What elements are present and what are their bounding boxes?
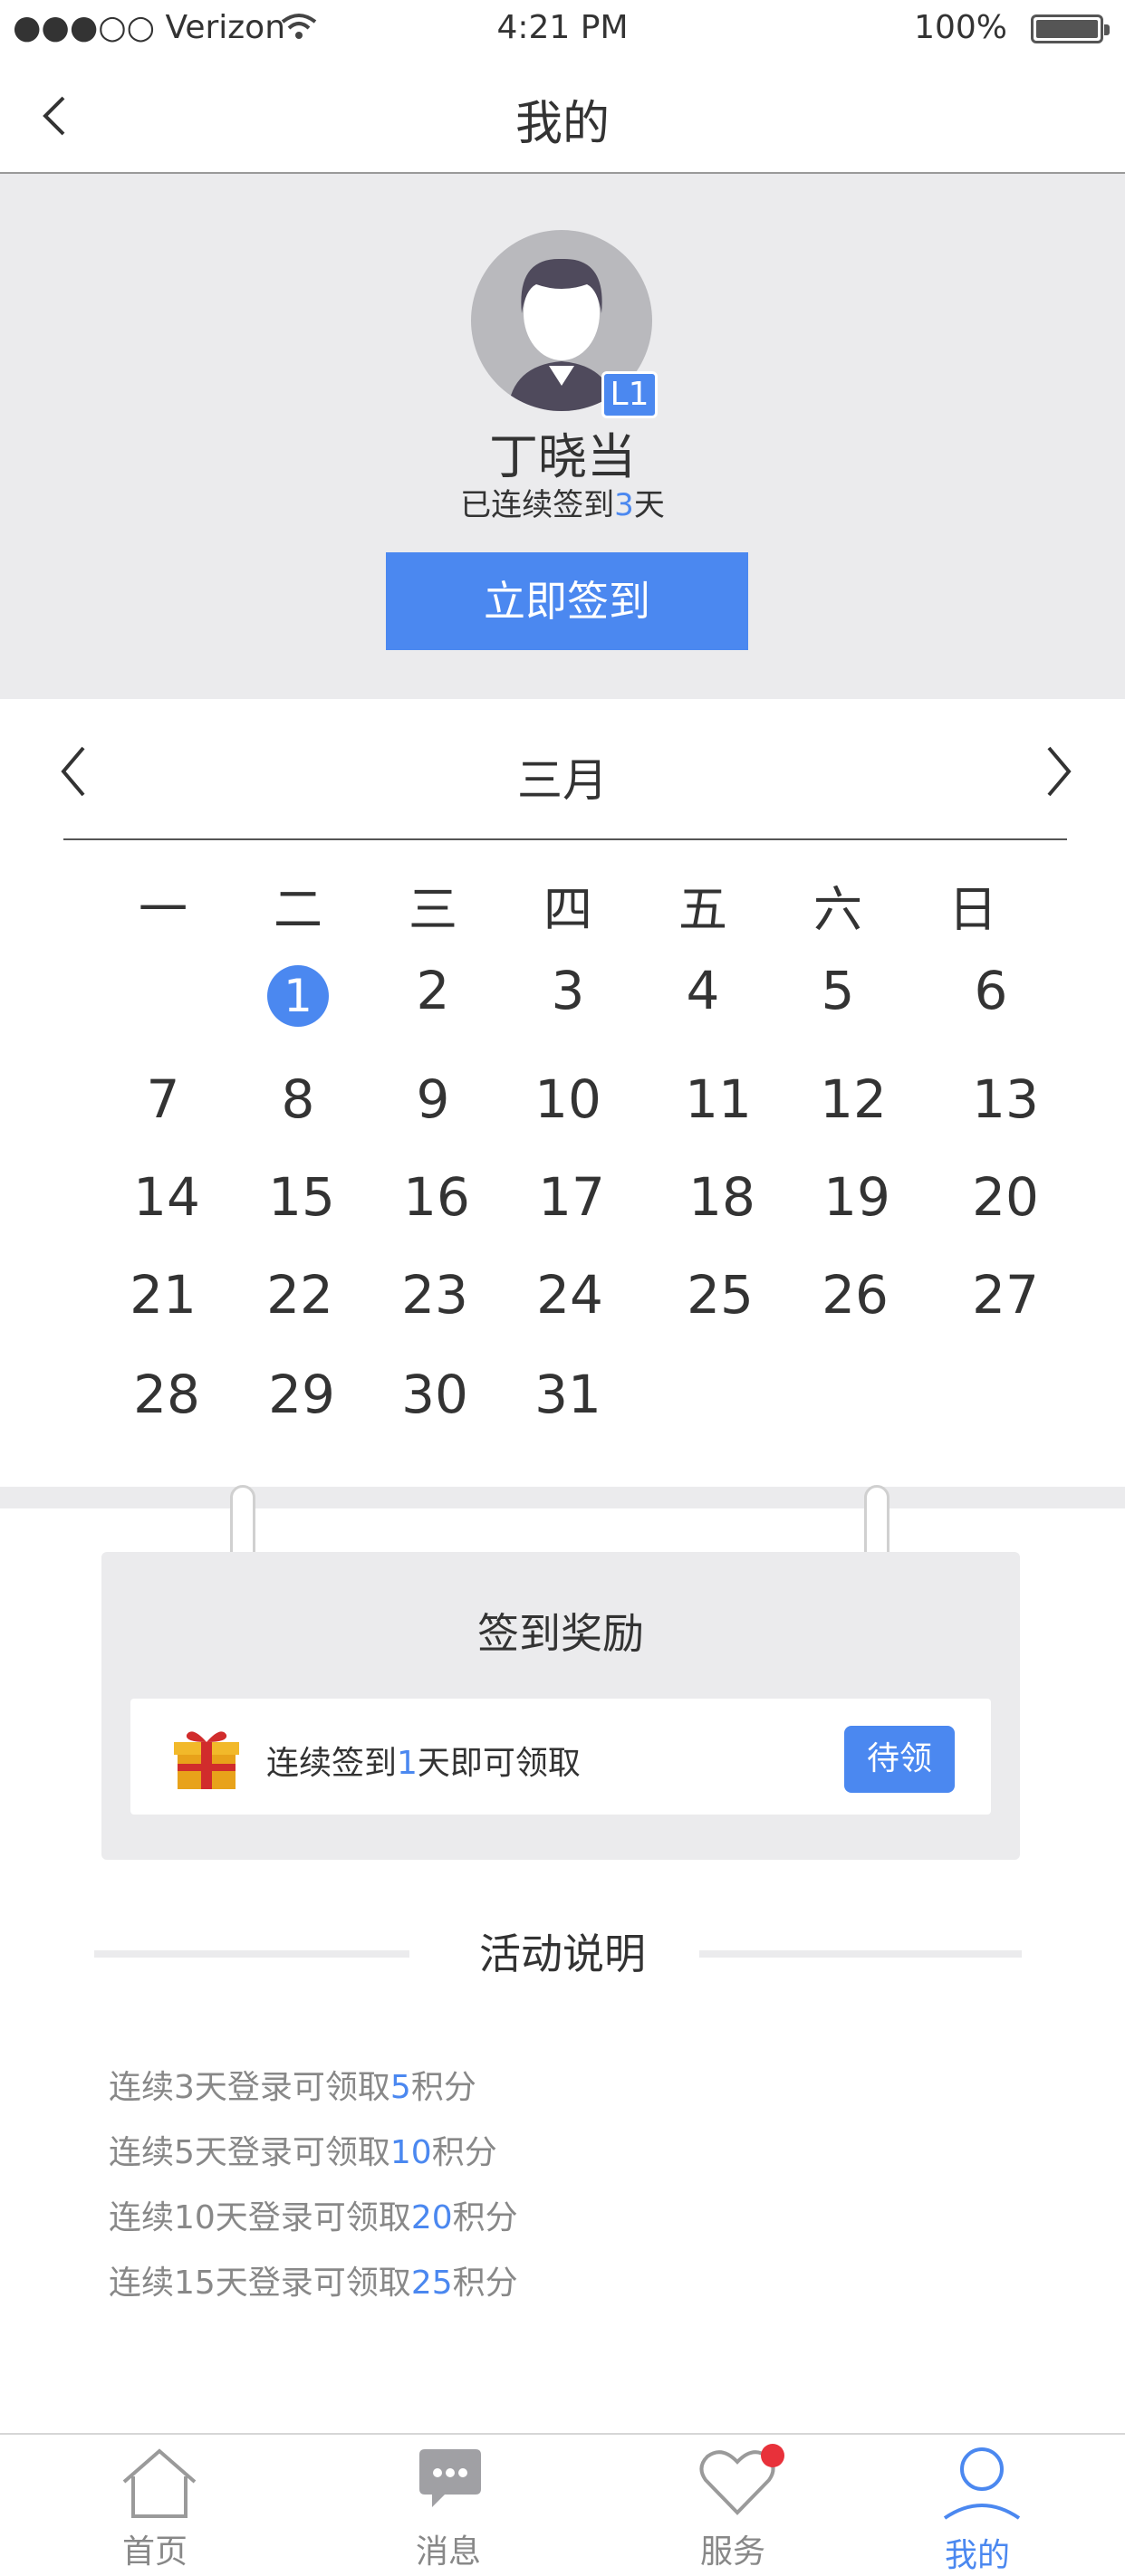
tab-label: 首页 (121, 2533, 188, 2571)
rules-line-right (699, 1950, 1022, 1958)
calendar-day[interactable]: 21 (109, 1264, 217, 1326)
calendar-day[interactable]: 2 (379, 960, 487, 1021)
today-marker: 1 (267, 965, 329, 1027)
claim-button[interactable]: 待领 (844, 1726, 955, 1793)
profile-section: L1 丁晓当 已连续签到3天 立即签到 (0, 174, 1125, 699)
calendar-day[interactable]: 16 (382, 1166, 491, 1228)
weekday-label: 五 (678, 881, 727, 938)
calendar-day[interactable]: 22 (245, 1264, 354, 1326)
tab-home[interactable]: 首页 (14, 2435, 295, 2571)
calendar-day[interactable]: 10 (514, 1068, 622, 1130)
page-title: 我的 (514, 97, 610, 151)
calendar-day[interactable]: 12 (799, 1068, 908, 1130)
rule-suffix: 积分 (452, 2265, 518, 2302)
reward-prefix: 连续签到 (266, 1745, 398, 1782)
notification-dot (761, 2444, 784, 2467)
home-icon (122, 2448, 197, 2518)
sign-reward-card: 签到奖励 连续签到1天即可领取 待领 (101, 1552, 1020, 1860)
calendar-day[interactable]: 15 (247, 1166, 356, 1228)
nav-bar: 我的 (0, 58, 1125, 174)
rule-suffix: 积分 (452, 2199, 518, 2236)
calendar-day[interactable]: 20 (951, 1166, 1060, 1228)
reward-days: 1 (397, 1745, 418, 1782)
tab-label: 我的 (944, 2537, 1010, 2574)
calendar-grid: 1 2 3 4 5 6 7 8 9 10 11 12 13 14 15 16 1… (0, 960, 1125, 1467)
weekday-label: 二 (274, 881, 322, 938)
rule-prefix: 连续5天登录可领取 (109, 2134, 390, 2171)
weekday-label: 日 (948, 881, 997, 938)
calendar-day[interactable]: 25 (666, 1264, 774, 1326)
rule-prefix: 连续3天登录可领取 (109, 2069, 390, 2106)
month-label: 三月 (517, 754, 608, 807)
sign-streak-text: 已连续签到3天 (0, 480, 1125, 524)
calendar-day[interactable]: 13 (951, 1068, 1060, 1130)
streak-prefix: 已连续签到 (460, 487, 615, 523)
tab-mine[interactable]: 我的 (837, 2435, 1118, 2574)
streak-days: 3 (614, 487, 634, 523)
rule-item: 连续10天登录可领取20积分 (109, 2191, 518, 2238)
rule-prefix: 连续15天登录可领取 (109, 2265, 411, 2302)
gift-box-icon (174, 1731, 239, 1789)
reward-suffix: 天即可领取 (417, 1745, 581, 1782)
calendar-day[interactable]: 3 (514, 960, 622, 1021)
calendar-day[interactable]: 17 (517, 1166, 626, 1228)
message-icon (419, 2449, 481, 2507)
calendar-day[interactable]: 27 (951, 1264, 1060, 1326)
weekday-row: 一 二 三 四 五 六 日 (0, 869, 1125, 938)
rule-suffix: 积分 (431, 2134, 497, 2171)
calendar-divider (63, 838, 1067, 840)
calendar-day[interactable]: 9 (379, 1068, 487, 1130)
rule-item: 连续5天登录可领取10积分 (109, 2126, 497, 2173)
calendar-day[interactable]: 31 (514, 1364, 622, 1425)
sign-in-button[interactable]: 立即签到 (386, 552, 748, 650)
calendar-day[interactable]: 26 (801, 1264, 909, 1326)
calendar-day[interactable]: 30 (380, 1364, 489, 1425)
weekday-label: 一 (139, 881, 188, 938)
tab-bar: 首页 消息 服务 我的 (0, 2433, 1125, 2574)
tab-messages[interactable]: 消息 (308, 2435, 589, 2571)
calendar-day[interactable]: 14 (112, 1166, 221, 1228)
rule-item: 连续3天登录可领取5积分 (109, 2061, 476, 2108)
calendar-day[interactable]: 19 (803, 1166, 911, 1228)
battery-icon (1031, 14, 1110, 43)
calendar-day[interactable]: 23 (380, 1264, 489, 1326)
calendar-day[interactable]: 11 (664, 1068, 773, 1130)
reward-title: 签到奖励 (477, 1609, 644, 1658)
rule-points: 10 (389, 2134, 432, 2171)
tab-label: 服务 (699, 2533, 765, 2571)
section-divider (0, 1487, 1125, 1508)
streak-suffix: 天 (633, 487, 665, 523)
rule-points: 25 (410, 2265, 453, 2302)
calendar-day[interactable]: 7 (109, 1068, 217, 1130)
calendar-day[interactable]: 28 (112, 1364, 221, 1425)
user-name: 丁晓当 (489, 428, 636, 485)
rule-suffix: 积分 (410, 2069, 476, 2106)
next-month-icon[interactable] (1038, 744, 1078, 799)
weekday-label: 四 (543, 881, 592, 938)
calendar-day[interactable]: 18 (668, 1166, 776, 1228)
user-icon (943, 2447, 1021, 2520)
calendar-day[interactable]: 4 (649, 960, 757, 1021)
rule-points: 5 (389, 2069, 411, 2106)
tab-services[interactable]: 服务 (592, 2435, 873, 2571)
rule-item: 连续15天登录可领取25积分 (109, 2256, 518, 2303)
status-bar: ●●●○○ Verizon 4:21 PM 100% (0, 0, 1125, 58)
calendar-day[interactable]: 5 (784, 960, 892, 1021)
rule-prefix: 连续10天登录可领取 (109, 2199, 411, 2236)
calendar-day[interactable]: 6 (937, 960, 1045, 1021)
tab-label: 消息 (415, 2533, 481, 2571)
calendar-day[interactable]: 8 (244, 1068, 352, 1130)
weekday-label: 三 (409, 881, 457, 938)
reward-item: 连续签到1天即可领取 待领 (130, 1699, 991, 1815)
level-badge: L1 (601, 371, 658, 418)
weekday-label: 六 (813, 881, 862, 938)
reward-text: 连续签到1天即可领取 (266, 1737, 581, 1784)
calendar-day[interactable]: 29 (247, 1364, 356, 1425)
calendar-day[interactable]: 24 (515, 1264, 624, 1326)
calendar-header: 三月 (0, 699, 1125, 840)
calendar-day-today[interactable]: 1 (267, 965, 329, 1027)
battery-percent: 100% (914, 9, 1007, 46)
rule-points: 20 (410, 2199, 453, 2236)
